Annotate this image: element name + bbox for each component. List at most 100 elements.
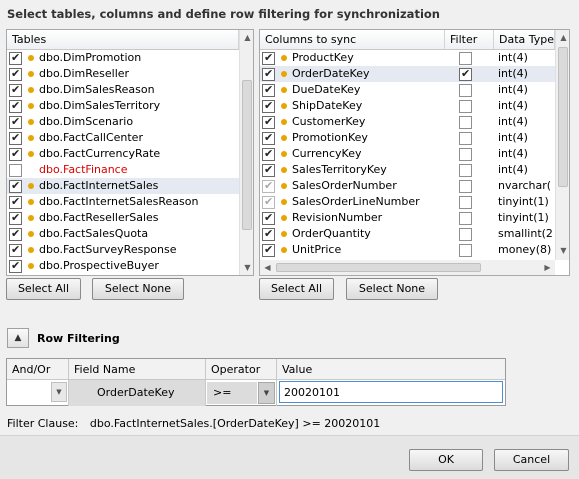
table-checkbox[interactable]: [9, 130, 22, 146]
filter-checkbox[interactable]: [459, 100, 472, 113]
columns-select-none-button[interactable]: Select None: [346, 278, 438, 300]
table-checkbox[interactable]: [9, 242, 22, 258]
ok-button[interactable]: OK: [409, 449, 483, 471]
row-filtering-label: Row Filtering: [37, 332, 120, 345]
filter-checkbox[interactable]: [459, 132, 472, 145]
table-row[interactable]: dbo.DimScenario: [7, 114, 239, 130]
filter-checkbox[interactable]: [459, 180, 472, 193]
column-row[interactable]: SalesTerritoryKey int(4): [260, 162, 555, 178]
column-checkbox[interactable]: [262, 114, 275, 130]
scroll-right-arrow-icon[interactable]: ▶: [540, 260, 555, 275]
columns-scroll-thumb[interactable]: [558, 47, 568, 187]
table-row[interactable]: dbo.DimReseller: [7, 66, 239, 82]
table-checkbox[interactable]: [9, 146, 22, 162]
column-row[interactable]: OrderDateKey int(4): [260, 66, 555, 82]
table-checkbox[interactable]: [9, 66, 22, 82]
scroll-left-arrow-icon[interactable]: ◀: [260, 260, 275, 275]
column-row[interactable]: SalesOrderNumber nvarchar(: [260, 178, 555, 194]
filter-checkbox[interactable]: [459, 84, 472, 97]
column-checkbox[interactable]: [262, 50, 275, 66]
columns-select-all-button[interactable]: Select All: [259, 278, 334, 300]
table-row[interactable]: dbo.FactCallCenter: [7, 130, 239, 146]
operator-field[interactable]: >=: [207, 382, 257, 404]
column-row[interactable]: ProductKey int(4): [260, 50, 555, 66]
table-row[interactable]: dbo.FactFinance: [7, 162, 239, 178]
chevron-down-icon[interactable]: ▼: [51, 382, 67, 402]
tables-select-none-button[interactable]: Select None: [92, 278, 184, 300]
table-checkbox[interactable]: [9, 98, 22, 114]
column-row[interactable]: DueDateKey int(4): [260, 82, 555, 98]
column-row[interactable]: SalesOrderLineNumber tinyint(1): [260, 194, 555, 210]
column-row[interactable]: ShipDateKey int(4): [260, 98, 555, 114]
table-checkbox[interactable]: [9, 210, 22, 226]
columns-header-name[interactable]: Columns to sync: [260, 30, 445, 50]
column-row[interactable]: UnitPrice money(8): [260, 242, 555, 258]
column-data-type: int(4): [498, 67, 528, 80]
filter-checkbox[interactable]: [459, 164, 472, 177]
filter-checkbox[interactable]: [459, 66, 472, 82]
table-checkbox[interactable]: [9, 194, 22, 210]
column-row[interactable]: RevisionNumber tinyint(1): [260, 210, 555, 226]
table-row[interactable]: dbo.ProspectiveBuyer: [7, 258, 239, 274]
column-checkbox[interactable]: [262, 226, 275, 242]
column-name: PromotionKey: [292, 131, 368, 144]
column-checkbox[interactable]: [262, 130, 275, 146]
filter-checkbox[interactable]: [459, 148, 472, 161]
tables-scroll-thumb[interactable]: [242, 80, 252, 230]
column-checkbox[interactable]: [262, 82, 275, 98]
value-input[interactable]: [279, 381, 503, 403]
cancel-button[interactable]: Cancel: [494, 449, 569, 471]
table-row[interactable]: dbo.DimSalesReason: [7, 82, 239, 98]
chevron-down-icon[interactable]: ▼: [258, 382, 275, 404]
scroll-up-arrow-icon[interactable]: ▲: [240, 30, 253, 45]
table-checkbox[interactable]: [9, 114, 22, 130]
column-row[interactable]: OrderQuantity smallint(2: [260, 226, 555, 242]
column-checkbox[interactable]: [262, 242, 275, 258]
collapse-arrow-icon[interactable]: ▲: [7, 328, 29, 348]
column-checkbox[interactable]: [262, 66, 275, 82]
column-row[interactable]: CurrencyKey int(4): [260, 146, 555, 162]
table-row[interactable]: dbo.FactResellerSales: [7, 210, 239, 226]
table-checkbox[interactable]: [9, 164, 22, 177]
tables-vertical-scrollbar[interactable]: ▲ ▼: [239, 30, 253, 275]
column-checkbox[interactable]: [262, 162, 275, 178]
filter-checkbox[interactable]: [459, 212, 472, 225]
filter-checkbox[interactable]: [459, 196, 472, 209]
columns-horizontal-scrollbar[interactable]: ◀ ▶: [260, 260, 555, 275]
filter-checkbox[interactable]: [459, 116, 472, 129]
columns-list[interactable]: ProductKeyint(4)OrderDateKeyint(4)DueDat…: [260, 50, 555, 260]
filter-checkbox[interactable]: [459, 228, 472, 241]
table-row[interactable]: dbo.FactSalesQuota: [7, 226, 239, 242]
scroll-down-arrow-icon[interactable]: ▼: [240, 260, 253, 275]
columns-header-type[interactable]: Data Type: [494, 30, 555, 50]
table-row[interactable]: dbo.FactInternetSalesReason: [7, 194, 239, 210]
table-row[interactable]: dbo.FactSurveyResponse: [7, 242, 239, 258]
table-row[interactable]: dbo.DimPromotion: [7, 50, 239, 66]
columns-header-filter[interactable]: Filter: [445, 30, 494, 50]
field-name-cell[interactable]: OrderDateKey: [69, 380, 206, 406]
table-row[interactable]: dbo.DimSalesTerritory: [7, 98, 239, 114]
tables-list[interactable]: dbo.DimPromotion dbo.DimReseller dbo.DimSa…: [7, 50, 239, 275]
and-or-dropdown[interactable]: ▼: [7, 380, 69, 406]
scroll-down-arrow-icon[interactable]: ▼: [556, 243, 569, 258]
column-row[interactable]: CustomerKey int(4): [260, 114, 555, 130]
columns-vertical-scrollbar[interactable]: ▲ ▼: [555, 30, 569, 260]
table-checkbox[interactable]: [9, 50, 22, 66]
column-checkbox[interactable]: [262, 98, 275, 114]
column-checkbox[interactable]: [262, 210, 275, 226]
filter-checkbox[interactable]: [459, 52, 472, 65]
column-checkbox[interactable]: [262, 146, 275, 162]
columns-hscroll-thumb[interactable]: [276, 263, 481, 272]
table-row[interactable]: dbo.FactInternetSales: [7, 178, 239, 194]
filter-checkbox[interactable]: [459, 244, 472, 257]
table-checkbox[interactable]: [9, 226, 22, 242]
tables-select-all-button[interactable]: Select All: [6, 278, 81, 300]
table-checkbox[interactable]: [9, 258, 22, 274]
operator-dropdown[interactable]: >= ▼: [206, 380, 277, 406]
table-checkbox[interactable]: [9, 82, 22, 98]
table-icon: [28, 263, 34, 269]
column-row[interactable]: PromotionKey int(4): [260, 130, 555, 146]
scroll-up-arrow-icon[interactable]: ▲: [556, 30, 569, 45]
table-row[interactable]: dbo.FactCurrencyRate: [7, 146, 239, 162]
table-checkbox[interactable]: [9, 178, 22, 194]
